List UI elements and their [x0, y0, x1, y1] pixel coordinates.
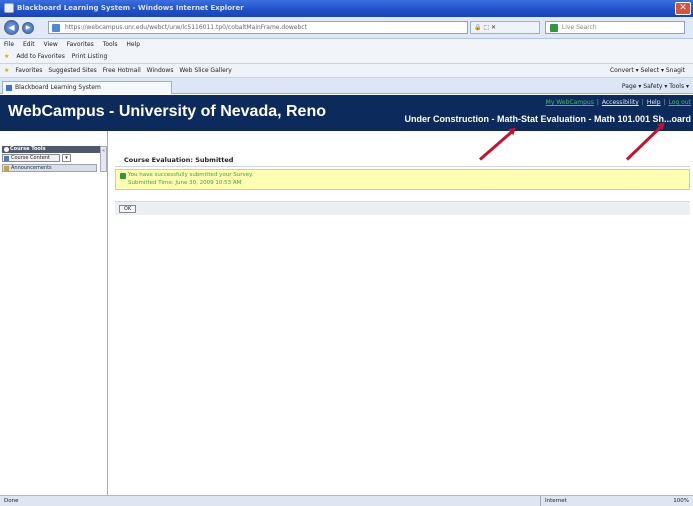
window-title: Blackboard Learning System - Windows Int…: [17, 4, 244, 12]
menu-favorites[interactable]: Favorites: [67, 41, 94, 48]
success-check-icon: [120, 173, 126, 179]
links-bar: ★ Add to Favorites Print Listing: [0, 50, 693, 64]
status-bar: Done Internet 100%: [0, 495, 693, 506]
live-search-icon: [550, 23, 558, 32]
title-divider: [115, 166, 690, 167]
menu-help[interactable]: Help: [126, 41, 140, 48]
notice-message: You have successfully submitted your Sur…: [128, 172, 254, 178]
menu-bar: File Edit View Favorites Tools Help: [0, 39, 693, 50]
log-out-link[interactable]: Log out: [669, 99, 691, 106]
course-tools-header[interactable]: Course Tools: [2, 146, 104, 153]
address-toolbar: ◀ ▶ https://webcampus.unr.edu/webct/urw/…: [0, 17, 693, 39]
favorites-bar: ★ Favorites Suggested Sites Free Hotmail…: [0, 64, 693, 78]
help-link[interactable]: Help: [647, 99, 661, 106]
separator: |: [641, 99, 644, 106]
tab-blackboard[interactable]: Blackboard Learning System: [2, 81, 172, 94]
fav-windows[interactable]: Windows: [147, 67, 174, 74]
tab-course-content[interactable]: Course Content: [2, 154, 60, 162]
sidebar-tabs: Course Content ▾: [2, 154, 104, 163]
course-tools-sidebar: [0, 131, 108, 495]
fav-hotmail[interactable]: Free Hotmail: [103, 67, 141, 74]
notice-submitted-time: Submitted Time: June 30, 2009 10:53 AM: [128, 180, 242, 186]
site-brand: WebCampus - University of Nevada, Reno: [8, 103, 326, 120]
action-bar: OK: [115, 201, 690, 215]
course-tools-label: Course Tools: [10, 146, 46, 152]
search-placeholder: Live Search: [561, 24, 597, 31]
security-zone: Internet: [540, 496, 600, 506]
my-webcampus-link[interactable]: My WebCampus: [546, 99, 594, 106]
link-print-listing[interactable]: Print Listing: [72, 53, 107, 60]
menu-edit[interactable]: Edit: [23, 41, 35, 48]
accessibility-link[interactable]: Accessibility: [602, 99, 639, 106]
fav-suggested-sites[interactable]: Suggested Sites: [48, 67, 96, 74]
fav-favorites[interactable]: Favorites: [15, 67, 42, 74]
menu-view[interactable]: View: [44, 41, 58, 48]
link-add-favorites[interactable]: Add to Favorites: [16, 53, 65, 60]
course-content-label: Course Content: [11, 155, 50, 161]
convert-toolbar[interactable]: Convert ▾ Select ▾ Snagit: [610, 64, 685, 78]
menu-tools[interactable]: Tools: [103, 41, 118, 48]
announcements-icon: [4, 166, 9, 171]
sidebar-collapse-handle[interactable]: «: [100, 146, 107, 172]
fav-web-slice[interactable]: Web Slice Gallery: [179, 67, 231, 74]
address-tools[interactable]: 🔒 ⬚ ✕: [470, 21, 540, 34]
back-button[interactable]: ◀: [4, 20, 19, 35]
status-text: Done: [4, 498, 19, 504]
menu-file[interactable]: File: [4, 41, 14, 48]
course-breadcrumb: Under Construction - Math-Stat Evaluatio…: [404, 114, 691, 124]
separator: |: [596, 99, 599, 106]
announcements-label: Announcements: [11, 165, 52, 171]
page-icon: [52, 24, 60, 32]
forward-button[interactable]: ▶: [22, 22, 34, 34]
search-input[interactable]: Live Search: [545, 21, 685, 34]
window-title-bar: Blackboard Learning System - Windows Int…: [0, 0, 693, 17]
zoom-level[interactable]: 100%: [673, 496, 689, 506]
ie-app-icon: [4, 3, 14, 13]
main-content: Course Evaluation: Submitted You have su…: [109, 131, 693, 495]
sidebar-dropdown-button[interactable]: ▾: [62, 154, 71, 162]
add-favorite-icon: ★: [4, 53, 10, 60]
banner-links: My WebCampus | Accessibility | Help | Log out: [546, 99, 691, 106]
sidebar-item-announcements[interactable]: Announcements: [2, 164, 97, 172]
ok-button[interactable]: OK: [119, 205, 136, 213]
collapse-icon: [4, 147, 9, 152]
separator: |: [663, 99, 666, 106]
success-notice: You have successfully submitted your Sur…: [115, 169, 690, 190]
course-content-icon: [4, 156, 9, 161]
page-title: Course Evaluation: Submitted: [124, 156, 234, 164]
command-bar[interactable]: Page ▾ Safety ▾ Tools ▾: [622, 81, 689, 93]
webcampus-banner: WebCampus - University of Nevada, Reno M…: [0, 95, 693, 131]
address-input[interactable]: https://webcampus.unr.edu/webct/urw/lc51…: [48, 21, 468, 34]
close-window-button[interactable]: ✕: [675, 2, 691, 15]
tab-strip: Blackboard Learning System Page ▾ Safety…: [0, 78, 693, 94]
tab-page-icon: [6, 85, 12, 91]
tab-label: Blackboard Learning System: [15, 84, 101, 91]
favorites-star-icon: ★: [4, 67, 10, 74]
address-url: https://webcampus.unr.edu/webct/urw/lc51…: [65, 24, 307, 31]
